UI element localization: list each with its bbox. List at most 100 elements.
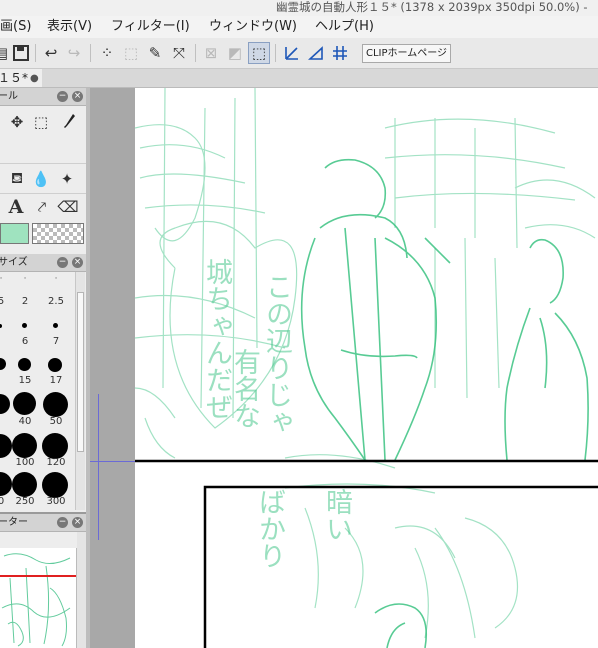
fill-selection-icon[interactable]: ✎ (144, 42, 166, 64)
command-bar: ▤ ↩ ↪ ⁘ ⬚ ✎ ⤧ ⊠ ◩ ⬚ CLIPホームページ (0, 38, 598, 69)
toolbar-separator (275, 44, 276, 62)
drawing-canvas[interactable]: 城ちゃんだぜ この辺りじゃ 有名な ばかり 暗い (135, 88, 598, 648)
document-tab-bar: １５* ● (0, 69, 598, 88)
brush-size-label[interactable]: 7 (43, 336, 69, 347)
brush-size-dot (18, 358, 31, 371)
navigator-scrollbar[interactable] (77, 532, 86, 648)
ruler-special-icon[interactable] (305, 42, 327, 64)
window-title-bar: 幽霊城の自動人形１５* (1378 x 2039px 350dpi 50.0%)… (0, 0, 598, 16)
brush-size-scrollbar[interactable] (75, 272, 85, 510)
tool-divider (0, 193, 86, 194)
tool-divider (0, 163, 86, 164)
select-all-icon[interactable]: ⁘ (96, 42, 118, 64)
brush-size-label[interactable]: 6 (12, 336, 38, 347)
eraser-tool-icon[interactable]: ⌫ (57, 196, 79, 218)
sketch-text: 有名な (229, 348, 260, 429)
sketch-text: ばかり (254, 488, 285, 569)
menu-bar: 画(S) 表示(V) フィルター(I) ウィンドウ(W) ヘルプ(H) (0, 16, 598, 38)
blend-tool-icon[interactable]: 💧 (30, 168, 52, 190)
guide-line (90, 461, 135, 462)
toolbar-separator (90, 44, 91, 62)
minimize-icon[interactable]: − (57, 91, 68, 102)
guide-line (98, 394, 99, 540)
menu-help[interactable]: ヘルプ(H) (315, 19, 374, 35)
transform-icon[interactable]: ⤧ (168, 42, 190, 64)
brush-size-dot (42, 472, 68, 498)
modified-dot-icon: ● (30, 73, 39, 84)
brush-size-dot (0, 472, 12, 496)
main-color-swatch[interactable] (0, 223, 29, 244)
brush-size-label[interactable]: 250 (12, 496, 38, 507)
gradient-icon[interactable]: ◩ (224, 42, 246, 64)
scrollbar-thumb[interactable] (77, 292, 84, 452)
brush-size-dot (53, 323, 58, 328)
minimize-icon[interactable]: − (57, 517, 68, 528)
navigator-panel: ーター − × (0, 514, 87, 648)
minimize-icon[interactable]: − (57, 257, 68, 268)
brush-size-label[interactable]: 40 (12, 416, 38, 427)
sketch-text: この辺りじゃ (261, 273, 292, 435)
brush-size-dot (12, 472, 37, 497)
brush-size-dot (0, 434, 12, 458)
fill-tool-icon[interactable]: ⛾ (6, 168, 28, 190)
brush-size-dot (43, 392, 68, 417)
tool-panel-header: ール − × (0, 88, 86, 106)
tool-panel: ール − × ✥ ⬚ ⛾ 💧 ✦ A ⤤ ⌫ (0, 88, 87, 254)
brush-size-dot (12, 433, 37, 458)
eyedropper-tool-icon[interactable] (58, 111, 80, 133)
brush-size-label[interactable]: 100 (12, 457, 38, 468)
grid-snap-icon[interactable] (329, 42, 351, 64)
close-icon[interactable]: × (72, 257, 83, 268)
brush-size-panel-title: サイズ (0, 257, 28, 268)
canvas-gutter (90, 88, 135, 648)
brush-size-dot (0, 324, 2, 328)
clip-homepage-button[interactable]: CLIPホームページ (362, 44, 452, 63)
window-title: 幽霊城の自動人形１５* (1378 x 2039px 350dpi 50.0%)… (276, 0, 588, 14)
tool-panel-title: ール (0, 91, 18, 102)
brush-size-dot (22, 323, 27, 328)
menu-view[interactable]: 表示(V) (47, 19, 92, 35)
navigator-panel-header: ーター − × (0, 514, 86, 532)
toolbar-separator (35, 44, 36, 62)
brush-size-dot (48, 358, 62, 372)
brush-size-panel: サイズ − × · · · 5 2 2.5 6 7 15 17 40 50 10… (0, 254, 87, 512)
brush-size-dot (0, 394, 10, 414)
selection-tool-icon[interactable]: ⬚ (30, 111, 52, 133)
brush-size-label[interactable]: 50 (43, 416, 69, 427)
transparent-color-swatch[interactable] (32, 223, 84, 244)
menu-filter[interactable]: フィルター(I) (111, 19, 190, 35)
brush-size-label[interactable]: 120 (43, 457, 69, 468)
brush-size-label[interactable]: 17 (43, 375, 69, 386)
save-icon[interactable] (10, 42, 32, 64)
brush-size-label[interactable]: 15 (12, 375, 38, 386)
brush-size-dot (13, 392, 36, 415)
brush-size-panel-header: サイズ − × (0, 254, 86, 272)
navigator-panel-title: ーター (0, 517, 28, 528)
move-layer-tool-icon[interactable]: ✥ (6, 111, 28, 133)
sketch-text: 暗い (321, 488, 352, 542)
brush-size-dot (42, 433, 68, 459)
selection-border-icon[interactable]: ⬚ (248, 42, 270, 64)
redo-icon[interactable]: ↪ (63, 42, 85, 64)
menu-window[interactable]: ウィンドウ(W) (209, 19, 297, 35)
navigator-preview[interactable] (0, 548, 77, 648)
ruler-snap-icon[interactable] (281, 42, 303, 64)
brush-size-label[interactable]: 2.5 (43, 296, 69, 307)
toolbar-separator (195, 44, 196, 62)
text-tool-icon[interactable]: A (5, 196, 27, 218)
brush-size-dot: · (54, 274, 58, 284)
document-tab[interactable]: １５* ● (0, 69, 42, 87)
close-icon[interactable]: × (72, 91, 83, 102)
correct-line-tool-icon[interactable]: ⤤ (31, 196, 53, 218)
undo-icon[interactable]: ↩ (40, 42, 62, 64)
brush-size-label[interactable]: 2 (12, 296, 38, 307)
brush-size-dot (0, 358, 6, 370)
brush-size-label[interactable]: 300 (43, 496, 69, 507)
crop-icon[interactable]: ⊠ (200, 42, 222, 64)
deselect-icon[interactable]: ⬚ (120, 42, 142, 64)
sparkle-tool-icon[interactable]: ✦ (56, 168, 78, 190)
navigator-thumbnail (0, 553, 76, 647)
close-icon[interactable]: × (72, 517, 83, 528)
document-tab-label: １５* (0, 71, 29, 85)
menu-image[interactable]: 画(S) (0, 19, 31, 35)
